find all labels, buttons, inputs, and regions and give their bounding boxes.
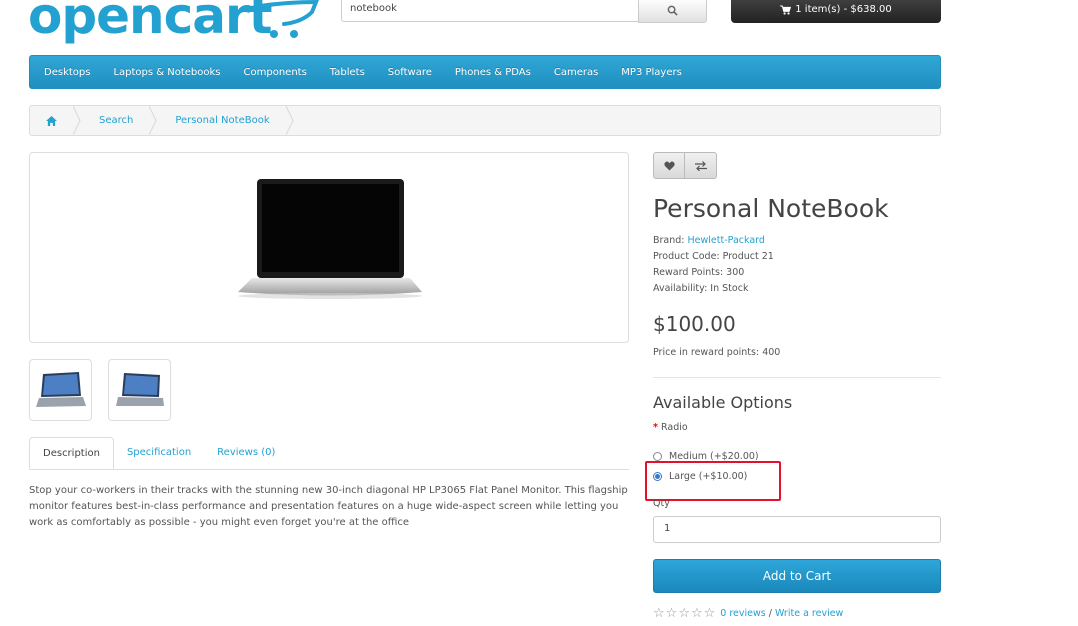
laptop-image xyxy=(238,179,422,299)
exchange-icon xyxy=(694,160,707,171)
laptop-thumbnail-icon xyxy=(35,372,86,407)
breadcrumb-search[interactable]: Search xyxy=(77,106,157,135)
tab-specification[interactable]: Specification xyxy=(114,437,204,468)
menu-item-laptops[interactable]: Laptops & Notebooks xyxy=(113,67,220,78)
options-heading: Available Options xyxy=(653,393,793,412)
tab-description[interactable]: Description xyxy=(29,437,114,469)
reward-points: Reward Points: 300 xyxy=(653,267,745,278)
reviews-separator: / xyxy=(765,608,775,619)
star-empty-icon: ☆ xyxy=(653,606,665,621)
add-to-cart-button[interactable]: Add to Cart xyxy=(653,559,941,593)
product-thumbnail[interactable] xyxy=(108,359,171,421)
cart-button[interactable]: 1 item(s) - $638.00 xyxy=(731,0,941,23)
menu-item-cameras[interactable]: Cameras xyxy=(554,67,598,78)
brand-link[interactable]: Hewlett-Packard xyxy=(688,235,765,246)
product-code: Product Code: Product 21 xyxy=(653,251,774,262)
quantity-input[interactable]: 1 xyxy=(653,516,941,543)
laptop-thumbnail-icon xyxy=(115,373,164,406)
star-empty-icon: ☆ xyxy=(678,606,690,621)
breadcrumb-product[interactable]: Personal NoteBook xyxy=(153,106,294,135)
product-thumbnail[interactable] xyxy=(29,359,92,421)
compare-button[interactable] xyxy=(685,152,717,179)
product-brand: Brand: Hewlett-Packard xyxy=(653,235,765,246)
qty-label: Qty xyxy=(653,498,670,509)
home-icon xyxy=(46,115,57,126)
reward-price: Price in reward points: 400 xyxy=(653,347,781,358)
logo-cart-icon xyxy=(258,0,319,38)
main-menu: Desktops Laptops & Notebooks Components … xyxy=(29,55,941,89)
search-input[interactable]: notebook xyxy=(341,0,639,22)
availability: Availability: In Stock xyxy=(653,283,749,294)
product-description: Stop your co-workers in their tracks wit… xyxy=(29,485,628,528)
product-rating: ☆ ☆ ☆ ☆ ☆ 0 reviews / Write a review xyxy=(653,606,843,621)
tab-reviews[interactable]: Reviews (0) xyxy=(204,437,288,468)
highlight-box xyxy=(645,461,781,501)
wishlist-compare-group xyxy=(653,152,717,180)
menu-item-components[interactable]: Components xyxy=(244,67,307,78)
shopping-cart-icon xyxy=(780,4,792,15)
product-tabs: Description Specification Reviews (0) xyxy=(29,437,629,470)
breadcrumb-label: Search xyxy=(99,115,134,126)
radio-option-label: * Radio xyxy=(653,422,688,433)
menu-item-mp3[interactable]: MP3 Players xyxy=(621,67,682,78)
menu-item-tablets[interactable]: Tablets xyxy=(330,67,365,78)
radio-label-text: Radio xyxy=(661,422,688,433)
star-empty-icon: ☆ xyxy=(690,606,703,621)
menu-item-desktops[interactable]: Desktops xyxy=(44,67,90,78)
search-button[interactable] xyxy=(638,0,707,23)
product-price: $100.00 xyxy=(653,312,736,336)
opencart-logo[interactable]: opencart xyxy=(28,0,273,46)
product-title: Personal NoteBook xyxy=(653,194,889,223)
star-empty-icon: ☆ xyxy=(703,606,716,621)
breadcrumb-home[interactable] xyxy=(30,106,81,135)
radio-button[interactable] xyxy=(653,452,662,461)
product-main-image[interactable] xyxy=(29,152,629,343)
menu-item-phones[interactable]: Phones & PDAs xyxy=(455,67,531,78)
breadcrumb: Search Personal NoteBook xyxy=(29,105,941,136)
reviews-count-link[interactable]: 0 reviews xyxy=(720,608,765,619)
cart-total: 1 item(s) - $638.00 xyxy=(795,4,892,15)
write-review-link[interactable]: Write a review xyxy=(775,608,843,619)
breadcrumb-label: Personal NoteBook xyxy=(175,115,270,126)
star-empty-icon: ☆ xyxy=(665,606,678,621)
heart-icon xyxy=(663,161,675,171)
menu-item-software[interactable]: Software xyxy=(388,67,432,78)
divider xyxy=(653,377,941,378)
brand-label: Brand: xyxy=(653,235,685,246)
breadcrumb-separator xyxy=(285,106,294,135)
required-marker: * xyxy=(653,422,658,433)
add-to-wishlist-button[interactable] xyxy=(653,152,685,179)
search-icon xyxy=(667,5,678,16)
